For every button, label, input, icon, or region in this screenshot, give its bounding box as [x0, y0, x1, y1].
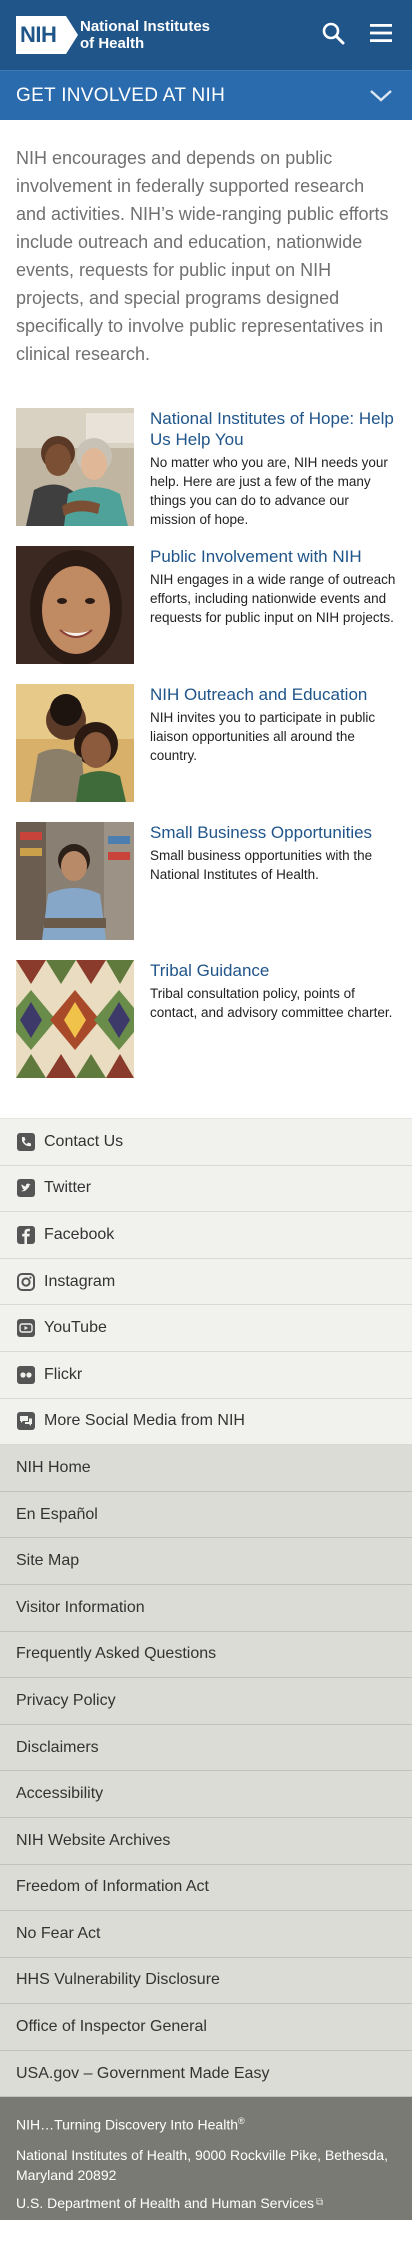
- feature-title-link[interactable]: Small Business Opportunities: [150, 822, 396, 843]
- social-link-label: Contact Us: [44, 1132, 124, 1150]
- search-button[interactable]: [320, 20, 346, 46]
- outreach-thumbnail-image[interactable]: [16, 684, 134, 802]
- feature-body: National Institutes of Hope: Help Us Hel…: [150, 408, 396, 527]
- header-actions: [320, 20, 394, 46]
- feature-title-link[interactable]: NIH Outreach and Education: [150, 684, 396, 705]
- social-link-more-social-media[interactable]: More Social Media from NIH: [0, 1399, 412, 1446]
- social-link-label: More Social Media from NIH: [44, 1412, 245, 1430]
- footer-link-nih-home[interactable]: NIH Home: [0, 1445, 412, 1492]
- logo-line-1: National Institutes: [80, 18, 211, 35]
- social-link-youtube[interactable]: YouTube: [0, 1305, 412, 1352]
- phone-icon: [16, 1132, 36, 1152]
- footer-link-no-fear-act[interactable]: No Fear Act: [0, 1911, 412, 1958]
- social-link-label: Instagram: [44, 1272, 116, 1290]
- feature-item: National Institutes of Hope: Help Us Hel…: [16, 408, 396, 527]
- feature-body: NIH Outreach and Education NIH invites y…: [150, 684, 396, 802]
- flickr-icon: [16, 1365, 36, 1385]
- social-link-contact-us[interactable]: Contact Us: [0, 1119, 412, 1166]
- social-link-label: Twitter: [44, 1179, 92, 1197]
- trademark-symbol: ®: [238, 2116, 245, 2127]
- footer-links: NIH Home En Español Site Map Visitor Inf…: [0, 1445, 412, 2098]
- footer-link-en-espanol[interactable]: En Español: [0, 1492, 412, 1539]
- facebook-icon: [16, 1225, 36, 1245]
- footer-link-foia[interactable]: Freedom of Information Act: [0, 1865, 412, 1912]
- social-link-flickr[interactable]: Flickr: [0, 1352, 412, 1399]
- footer-link-site-map[interactable]: Site Map: [0, 1538, 412, 1585]
- social-link-label: Flickr: [44, 1365, 83, 1383]
- menu-button[interactable]: [368, 20, 394, 46]
- footer-link-disclaimers[interactable]: Disclaimers: [0, 1725, 412, 1772]
- section-title: GET INVOLVED AT NIH: [16, 84, 226, 106]
- feature-item: NIH Outreach and Education NIH invites y…: [16, 684, 396, 802]
- feature-body: Small Business Opportunities Small busin…: [150, 822, 396, 940]
- footer-link-usa-gov[interactable]: USA.gov – Government Made Easy: [0, 2051, 412, 2098]
- social-link-label: YouTube: [44, 1319, 107, 1337]
- footer-link-privacy-policy[interactable]: Privacy Policy: [0, 1678, 412, 1725]
- social-links: Contact Us Twitter Facebook Instagram Yo…: [0, 1118, 412, 1446]
- social-link-instagram[interactable]: Instagram: [0, 1259, 412, 1306]
- logo-text: National Institutes of Health: [80, 18, 210, 52]
- external-link-icon: ⧉: [316, 2197, 324, 2209]
- site-header: NIH National Institutes of Health: [0, 0, 412, 70]
- feature-body: Public Involvement with NIH NIH engages …: [150, 546, 396, 664]
- tribal-guidance-thumbnail-image[interactable]: [16, 960, 134, 1078]
- footer-link-hhs-vulnerability[interactable]: HHS Vulnerability Disclosure: [0, 1958, 412, 2005]
- feature-title-link[interactable]: Tribal Guidance: [150, 960, 396, 981]
- intro-text: NIH encourages and depends on public inv…: [16, 148, 389, 364]
- social-link-twitter[interactable]: Twitter: [0, 1166, 412, 1213]
- feature-description: Small business opportunities with the Na…: [150, 848, 373, 882]
- footer-link-website-archives[interactable]: NIH Website Archives: [0, 1818, 412, 1865]
- logo-line-2: of Health: [80, 35, 145, 52]
- footer-link-faq[interactable]: Frequently Asked Questions: [0, 1632, 412, 1679]
- footer-link-accessibility[interactable]: Accessibility: [0, 1771, 412, 1818]
- footer-tagline: NIH…Turning Discovery Into Health®: [16, 2111, 396, 2135]
- feature-title-link[interactable]: National Institutes of Hope: Help Us Hel…: [150, 408, 396, 450]
- feature-description: NIH engages in a wide range of outreach …: [150, 572, 396, 625]
- logo-abbr: NIH: [16, 16, 66, 54]
- section-toggle[interactable]: GET INVOLVED AT NIH: [0, 70, 412, 120]
- feature-item: Tribal Guidance Tribal consultation poli…: [16, 960, 396, 1078]
- hhs-link-text: U.S. Department of Health and Human Serv…: [16, 2195, 315, 2212]
- site-footer: NIH…Turning Discovery Into Health® Natio…: [0, 2097, 412, 2221]
- tagline-text: NIH…Turning Discovery Into Health: [16, 2117, 239, 2134]
- footer-address: National Institutes of Health, 9000 Rock…: [16, 2147, 388, 2184]
- footer-link-visitor-information[interactable]: Visitor Information: [0, 1585, 412, 1632]
- social-link-label: Facebook: [44, 1225, 115, 1243]
- nih-logo-mark: NIH: [16, 16, 78, 54]
- feature-item: Public Involvement with NIH NIH engages …: [16, 546, 396, 664]
- chevron-down-icon: [368, 83, 394, 109]
- hope-thumbnail-image[interactable]: [16, 408, 134, 526]
- instagram-icon: [16, 1272, 36, 1292]
- search-icon: [322, 22, 345, 45]
- social-link-facebook[interactable]: Facebook: [0, 1212, 412, 1259]
- small-business-thumbnail-image[interactable]: [16, 822, 134, 940]
- feature-description: No matter who you are, NIH needs your he…: [150, 455, 388, 527]
- feature-list: National Institutes of Hope: Help Us Hel…: [0, 392, 412, 1118]
- hamburger-menu-icon: [370, 24, 392, 42]
- footer-hhs-link[interactable]: U.S. Department of Health and Human Serv…: [16, 2193, 396, 2213]
- feature-body: Tribal Guidance Tribal consultation poli…: [150, 960, 396, 1078]
- chat-bubbles-icon: [16, 1411, 36, 1431]
- nih-logo[interactable]: NIH National Institutes of Health: [16, 16, 210, 54]
- footer-link-inspector-general[interactable]: Office of Inspector General: [0, 2004, 412, 2051]
- feature-title-link[interactable]: Public Involvement with NIH: [150, 546, 396, 567]
- feature-item: Small Business Opportunities Small busin…: [16, 822, 396, 940]
- youtube-icon: [16, 1318, 36, 1338]
- feature-description: Tribal consultation policy, points of co…: [150, 986, 393, 1020]
- public-involvement-thumbnail-image[interactable]: [16, 546, 134, 664]
- feature-description: NIH invites you to participate in public…: [150, 710, 376, 763]
- twitter-icon: [16, 1178, 36, 1198]
